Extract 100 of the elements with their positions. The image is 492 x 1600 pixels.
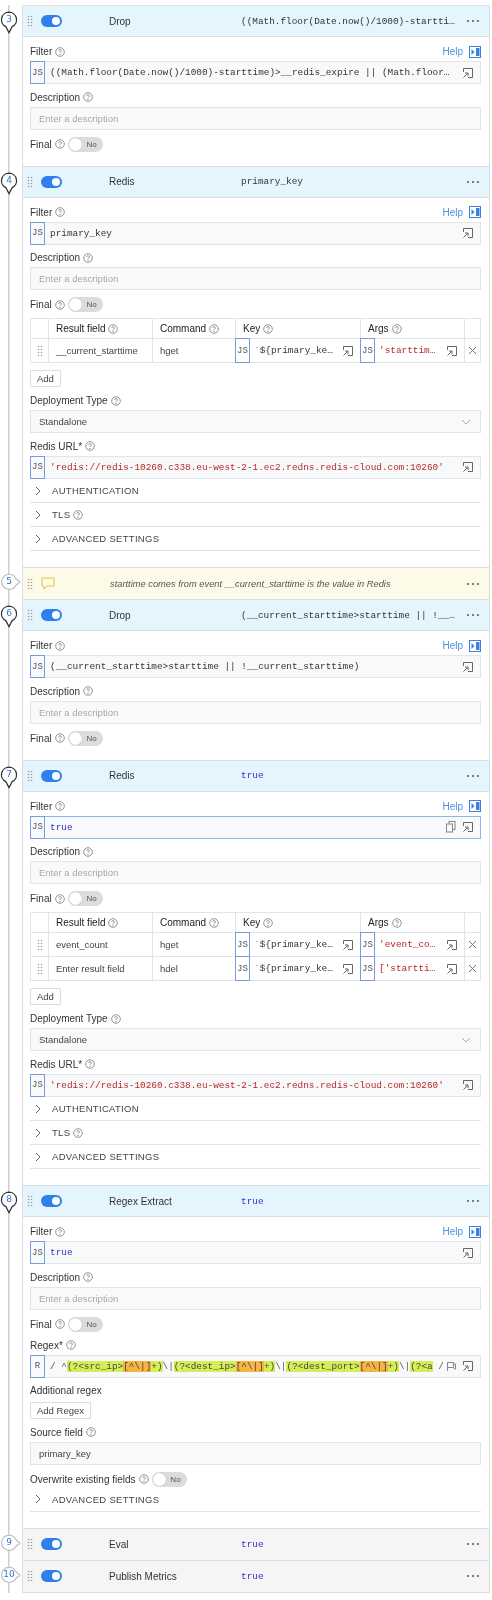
info-icon[interactable] — [85, 1427, 96, 1437]
info-icon[interactable] — [108, 917, 119, 928]
info-icon[interactable] — [65, 1340, 76, 1350]
info-icon[interactable] — [209, 917, 220, 928]
info-icon[interactable] — [73, 509, 84, 520]
info-icon[interactable] — [55, 46, 66, 57]
drag-handle-icon[interactable] — [27, 577, 33, 590]
close-icon[interactable] — [468, 346, 477, 355]
expand-icon[interactable] — [462, 66, 474, 79]
text-field[interactable]: primary_key — [30, 1441, 481, 1465]
info-icon[interactable] — [55, 207, 66, 217]
enable-switch[interactable] — [41, 1195, 62, 1207]
code-field[interactable]: JS ((Math.floor(Date.now()/1000)-starttime)>__redis_expire || (Math.floor… — [30, 61, 481, 84]
chevron-right-icon[interactable] — [35, 509, 41, 520]
info-icon[interactable] — [391, 323, 402, 334]
step-header[interactable]: Drop ((Math.floor(Date.now()/1000)-startti… — [23, 6, 489, 37]
info-icon[interactable] — [263, 323, 274, 334]
info-icon[interactable] — [263, 917, 274, 928]
drag-handle-icon[interactable] — [36, 344, 43, 357]
code-field[interactable]: JS `${primary_ke… — [236, 957, 361, 980]
expand-icon[interactable] — [446, 938, 458, 951]
drag-handle-icon[interactable] — [27, 609, 33, 621]
code-field[interactable]: JS 'event_co… — [361, 933, 465, 956]
enable-switch[interactable] — [41, 609, 62, 621]
info-icon[interactable] — [54, 299, 65, 310]
step-header[interactable]: Regex Extract true — [23, 1186, 489, 1217]
close-icon[interactable] — [468, 940, 477, 949]
code-field[interactable]: JS primary_key — [30, 221, 481, 245]
toggle-switch[interactable]: No — [67, 891, 103, 906]
expand-icon[interactable] — [446, 344, 458, 357]
more-icon[interactable] — [466, 1199, 480, 1203]
info-icon[interactable] — [55, 1226, 66, 1237]
chevron-right-icon[interactable] — [35, 1127, 41, 1138]
info-icon[interactable] — [83, 252, 94, 263]
code-field[interactable]: JS ['startti… — [361, 957, 465, 980]
enable-switch[interactable] — [41, 1570, 62, 1582]
info-icon[interactable] — [83, 686, 94, 696]
step-header[interactable]: Redis true — [23, 760, 489, 792]
close-icon[interactable] — [468, 964, 477, 973]
more-icon[interactable] — [466, 19, 480, 23]
enable-switch[interactable] — [41, 175, 62, 188]
help-icon[interactable] — [469, 1225, 481, 1238]
drag-handle-icon[interactable] — [27, 769, 33, 782]
info-icon[interactable] — [73, 1127, 84, 1138]
input-field[interactable]: event_count — [49, 939, 108, 950]
input-field[interactable]: __current_starttime — [49, 345, 138, 356]
section-toggle[interactable]: ADVANCED SETTINGS — [52, 533, 160, 544]
enable-switch[interactable] — [41, 1538, 62, 1550]
toggle-switch[interactable]: No — [67, 297, 103, 312]
drag-handle-icon[interactable] — [36, 962, 43, 975]
info-icon[interactable] — [55, 640, 66, 651]
expand-icon[interactable] — [462, 461, 474, 473]
info-icon[interactable] — [209, 323, 220, 334]
info-icon[interactable] — [83, 92, 94, 102]
command-field[interactable]: hget — [153, 939, 179, 950]
step-header[interactable]: Redis primary_key — [23, 166, 489, 198]
chevron-right-icon[interactable] — [35, 533, 41, 544]
expand-icon[interactable] — [462, 821, 474, 833]
step-header[interactable]: Drop (__current_starttime>starttime || !__… — [23, 600, 489, 631]
step-header[interactable]: Eval true — [23, 1528, 489, 1560]
more-icon[interactable] — [466, 1574, 480, 1578]
help-icon[interactable] — [469, 639, 481, 652]
flags-icon[interactable] — [446, 1360, 456, 1372]
toggle-switch[interactable]: No — [67, 1316, 103, 1332]
code-field[interactable]: JS true — [30, 815, 481, 839]
enable-switch[interactable] — [41, 15, 62, 27]
section-toggle[interactable]: AUTHENTICATION — [52, 1103, 139, 1114]
expand-icon[interactable] — [462, 1360, 474, 1372]
section-toggle[interactable]: TLS — [52, 1127, 71, 1138]
section-toggle[interactable]: AUTHENTICATION — [52, 485, 139, 496]
command-field[interactable]: hget — [153, 345, 179, 356]
drag-handle-icon[interactable] — [36, 938, 43, 951]
chevron-right-icon[interactable] — [35, 1494, 41, 1504]
dropdown-field[interactable]: Standalone — [30, 1028, 481, 1051]
info-icon[interactable] — [85, 1059, 96, 1069]
expand-icon[interactable] — [342, 962, 354, 975]
drag-handle-icon[interactable] — [27, 1570, 33, 1582]
toggle-switch[interactable]: No — [67, 136, 103, 152]
expand-icon[interactable] — [446, 962, 458, 975]
expand-icon[interactable] — [462, 1079, 474, 1091]
regex-field[interactable]: R / ^(?<src_ip>[^\|]+)\|(?<dest_ip>[^\|]+)\|(?<dest_port>[^\|]+)\|(?<a / — [30, 1354, 481, 1378]
enable-switch[interactable] — [41, 769, 62, 782]
code-field[interactable]: JS (__current_starttime>starttime || !__current_starttime) — [30, 655, 481, 678]
more-icon[interactable] — [466, 179, 480, 184]
expand-icon[interactable] — [342, 344, 354, 357]
help-icon[interactable] — [469, 206, 481, 218]
code-field[interactable]: JS `${primary_ke… — [236, 933, 361, 956]
dropdown-field[interactable]: Standalone — [30, 410, 481, 433]
comment-header[interactable]: starttime comes from event __current_starttime is the value in Redis — [23, 568, 489, 599]
code-field[interactable]: JS 'starttim… — [361, 339, 465, 362]
info-icon[interactable] — [85, 441, 96, 451]
info-icon[interactable] — [54, 1319, 65, 1329]
code-field[interactable]: JS true — [30, 1241, 481, 1264]
section-toggle[interactable]: TLS — [52, 509, 71, 520]
chevron-right-icon[interactable] — [35, 1103, 41, 1114]
info-icon[interactable] — [54, 893, 65, 904]
drag-handle-icon[interactable] — [27, 15, 33, 27]
info-icon[interactable] — [110, 1013, 121, 1024]
expand-icon[interactable] — [462, 1246, 474, 1259]
code-field[interactable]: JS `${primary_ke… — [236, 339, 361, 362]
